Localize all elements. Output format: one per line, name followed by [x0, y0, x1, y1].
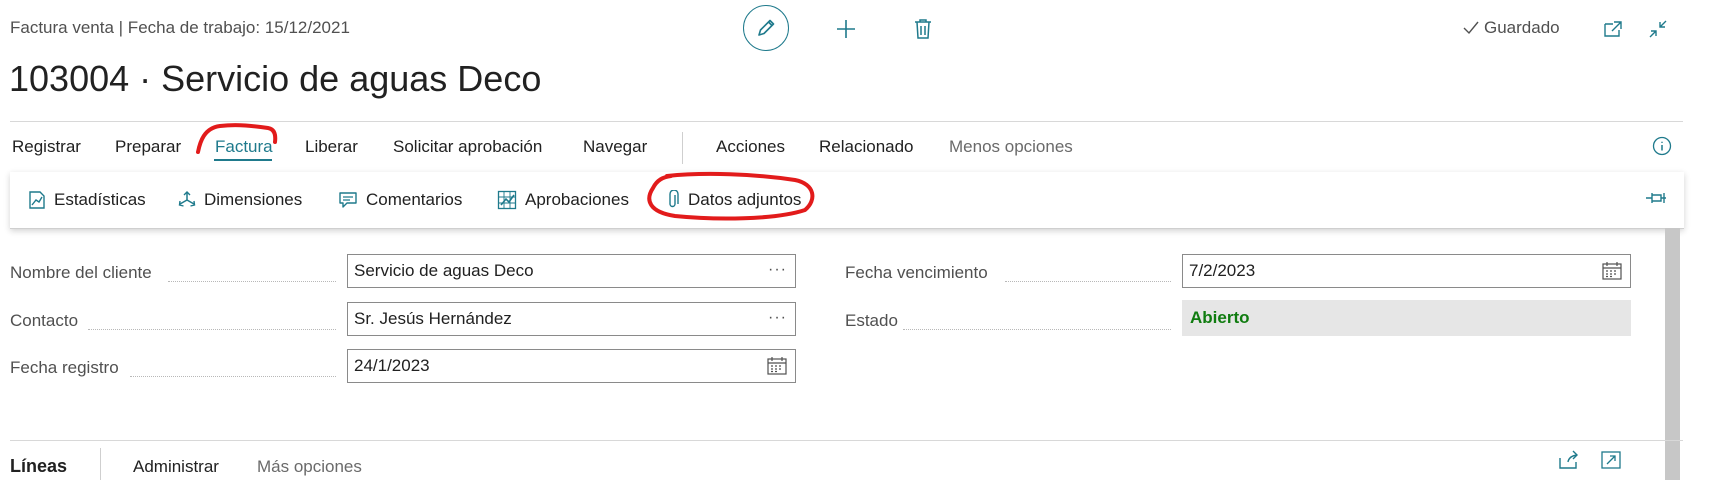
calendar-icon[interactable] [767, 357, 787, 375]
dimensions-icon [178, 191, 196, 207]
lines-separator [100, 448, 101, 480]
posting-date-label: Fecha registro [10, 358, 119, 377]
customer-name-field[interactable]: Servicio de aguas Deco ··· [347, 254, 796, 288]
subaction-estadisticas-label: Estadísticas [54, 190, 146, 209]
share-icon [1559, 450, 1578, 469]
dotted-leader [1005, 280, 1171, 282]
status-value: Abierto [1190, 308, 1250, 327]
section-divider [10, 440, 1683, 441]
trash-icon [915, 19, 931, 39]
info-icon [1652, 136, 1672, 156]
open-new-window-icon [1604, 21, 1622, 37]
expand-icon [1601, 451, 1621, 469]
share-button[interactable] [1558, 450, 1580, 475]
subaction-comentarios-label: Comentarios [366, 190, 463, 209]
dotted-leader [88, 328, 336, 330]
menu-liberar[interactable]: Liberar [305, 137, 358, 157]
saved-label: Guardado [1484, 18, 1560, 37]
posting-date-field[interactable]: 24/1/2023 [347, 349, 796, 383]
menu-solicitar-aprobacion[interactable]: Solicitar aprobación [393, 137, 542, 157]
menu-relacionado[interactable]: Relacionado [819, 137, 914, 157]
dotted-leader [903, 328, 1171, 330]
approvals-icon [497, 190, 517, 210]
page-subtitle: Factura venta | Fecha de trabajo: 15/12/… [10, 18, 350, 37]
subaction-estadisticas[interactable]: Estadísticas [28, 190, 146, 210]
collapse-icon [1649, 20, 1667, 38]
pin-button[interactable] [1645, 189, 1667, 212]
lines-administrar[interactable]: Administrar [133, 457, 219, 477]
open-new-window-button[interactable] [1601, 8, 1625, 50]
status-label: Estado [845, 311, 898, 330]
menu-acciones[interactable]: Acciones [716, 137, 785, 157]
saved-status: Guardado [1462, 18, 1560, 38]
more-options-button[interactable]: ··· [768, 309, 787, 327]
due-date-value: 7/2/2023 [1189, 261, 1256, 280]
subaction-dimensiones-label: Dimensiones [204, 190, 303, 209]
status-field: Abierto [1182, 300, 1631, 336]
lines-mas-opciones[interactable]: Más opciones [257, 457, 362, 477]
collapse-button[interactable] [1646, 8, 1670, 50]
menu-menos-opciones[interactable]: Menos opciones [949, 137, 1073, 157]
more-options-button[interactable]: ··· [768, 261, 787, 279]
subaction-comentarios[interactable]: Comentarios [338, 190, 462, 210]
menu-preparar[interactable]: Preparar [115, 137, 181, 157]
subaction-dimensiones[interactable]: Dimensiones [178, 190, 302, 210]
customer-name-value: Servicio de aguas Deco [354, 261, 534, 280]
pencil-icon [758, 19, 775, 36]
calendar-icon[interactable] [1602, 262, 1622, 280]
lines-title: Líneas [10, 456, 68, 476]
dotted-leader [130, 375, 336, 377]
active-tab-indicator [214, 159, 272, 161]
info-button[interactable] [1652, 136, 1672, 161]
edit-button[interactable] [743, 5, 789, 51]
subaction-datos-adjuntos-label: Datos adjuntos [688, 190, 802, 209]
check-icon [1463, 21, 1479, 35]
menu-navegar[interactable]: Navegar [583, 137, 647, 157]
contact-value: Sr. Jesús Hernández [354, 309, 512, 328]
statistics-icon [29, 191, 45, 209]
customer-name-label: Nombre del cliente [10, 263, 152, 282]
due-date-field[interactable]: 7/2/2023 [1182, 254, 1631, 288]
posting-date-value: 24/1/2023 [354, 356, 430, 375]
menu-factura[interactable]: Factura [215, 137, 273, 157]
vertical-scrollbar[interactable] [1665, 228, 1680, 480]
delete-button[interactable] [910, 8, 936, 50]
add-button[interactable] [832, 8, 860, 50]
contact-field[interactable]: Sr. Jesús Hernández ··· [347, 302, 796, 336]
subaction-aprobaciones[interactable]: Aprobaciones [497, 190, 629, 210]
contact-label: Contacto [10, 311, 79, 330]
menu-registrar[interactable]: Registrar [12, 137, 81, 157]
comment-icon [339, 192, 357, 208]
page-title: 103004 · Servicio de aguas Deco [9, 58, 542, 99]
subaction-aprobaciones-label: Aprobaciones [525, 190, 629, 209]
subaction-datos-adjuntos[interactable]: Datos adjuntos [666, 190, 801, 210]
due-date-label: Fecha vencimiento [845, 263, 988, 282]
menu-separator [682, 132, 683, 164]
expand-button[interactable] [1600, 450, 1622, 475]
header-divider [10, 121, 1683, 122]
paperclip-icon [669, 190, 679, 208]
plus-icon [837, 20, 855, 38]
dotted-leader [168, 280, 336, 282]
pin-icon [1646, 193, 1666, 203]
